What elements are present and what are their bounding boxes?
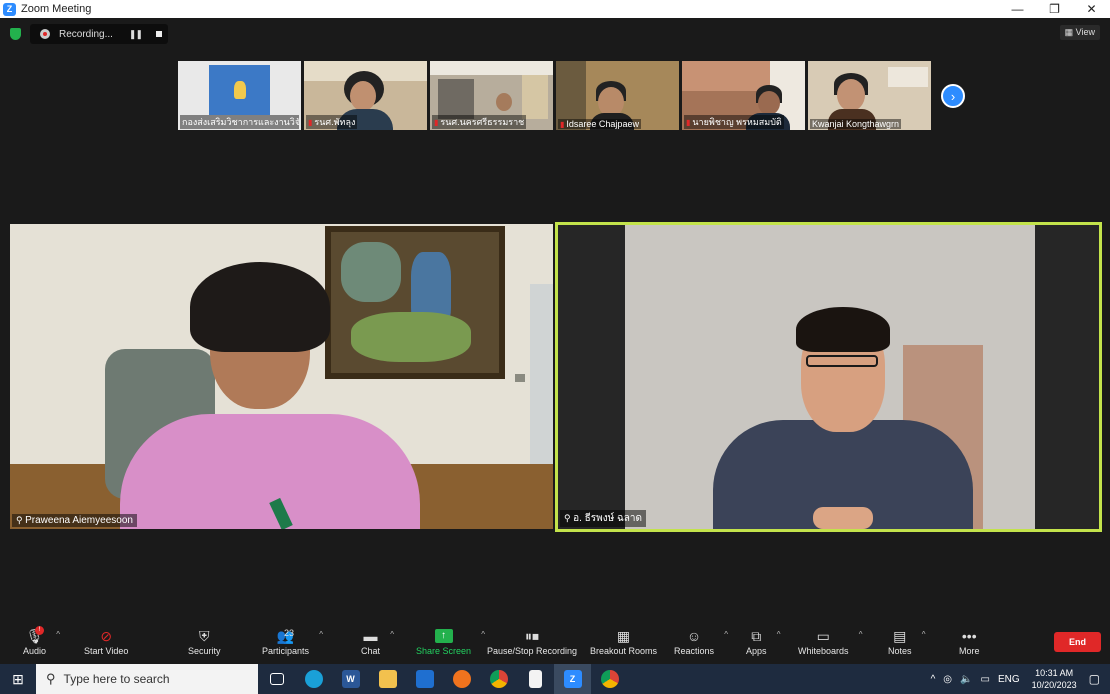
audio-button[interactable]: 🎙 ! Audio ^ (23, 626, 60, 656)
participant-name-label: Praweena Aiemyeesoon (12, 514, 137, 527)
audio-options-chevron-icon[interactable]: ^ (56, 630, 60, 639)
share-screen-button[interactable]: ↑ Share Screen ^ (416, 626, 485, 656)
mail-icon[interactable] (406, 664, 443, 694)
window-controls: — ❐ ✕ (999, 0, 1110, 18)
encryption-shield-icon[interactable] (10, 28, 21, 40)
document-icon[interactable] (517, 664, 554, 694)
task-view-icon[interactable] (258, 664, 295, 694)
participant-name: Idsaree Chajpaew (558, 119, 641, 129)
share-options-chevron-icon[interactable]: ^ (481, 630, 485, 639)
zoom-taskbar-icon[interactable]: Z (554, 664, 591, 694)
smiley-icon: ☺ (686, 628, 702, 644)
pause-stop-icon: ⏸⏹ (525, 628, 540, 644)
chat-button[interactable]: ▬ Chat ^ (361, 626, 394, 656)
participants-button[interactable]: 👥 23 Participants ^ (262, 626, 323, 656)
person-hair (190, 262, 330, 352)
more-dots-icon: ••• (961, 628, 977, 644)
video-tile-left[interactable]: Praweena Aiemyeesoon (10, 224, 553, 529)
participant-name: รนศ.พัทลุง (306, 115, 358, 129)
participant-thumbnail[interactable]: รนศ.นครศรีธรรมราช (430, 61, 553, 130)
file-explorer-icon[interactable] (369, 664, 406, 694)
apps-icon: ⧉ (751, 628, 762, 644)
meet-now-icon[interactable]: ◎ (943, 674, 952, 685)
whiteboard-icon: ▭ (816, 628, 830, 644)
participant-name: กองส่งเสริมวิชาการและงานวิจัย (180, 115, 299, 129)
clock[interactable]: 10:31 AM 10/20/2023 (1032, 667, 1077, 691)
chrome-icon[interactable] (480, 664, 517, 694)
pause-recording-button[interactable]: ❚❚ (129, 29, 143, 40)
participant-thumbnail[interactable]: Idsaree Chajpaew (556, 61, 679, 130)
share-arrow-icon: ↑ (434, 629, 453, 643)
thumbnail-strip: กองส่งเสริมวิชาการและงานวิจัย รนศ.พัทลุง… (178, 61, 931, 130)
clock-time: 10:31 AM (1035, 668, 1074, 678)
breakout-rooms-button[interactable]: ▦ Breakout Rooms (590, 626, 657, 656)
grid-icon: ▦ (616, 628, 631, 644)
notes-icon: ▤ (893, 628, 907, 644)
wall-painting (325, 226, 505, 379)
pause-stop-recording-button[interactable]: ⏸⏹ Pause/Stop Recording (487, 626, 577, 656)
window-title: Zoom Meeting (21, 3, 92, 15)
chrome-profile-icon[interactable] (591, 664, 628, 694)
person-hair (796, 307, 890, 352)
chat-options-chevron-icon[interactable]: ^ (390, 630, 394, 639)
reactions-button[interactable]: ☺ Reactions ^ (674, 626, 728, 656)
notes-options-chevron-icon[interactable]: ^ (922, 630, 926, 639)
participants-count: 23 (284, 628, 295, 638)
clock-date: 10/20/2023 (1031, 680, 1077, 690)
recording-label: Recording... (59, 28, 113, 40)
participant-name-label: อ. ธีรพงษ์ ฉลาด (560, 510, 647, 527)
network-icon[interactable]: ▭ (980, 674, 989, 685)
volume-icon[interactable]: 🔈 (960, 674, 972, 685)
search-icon: ⚲ (46, 671, 56, 686)
firefox-icon[interactable] (443, 664, 480, 694)
audio-alert-badge: ! (35, 626, 44, 635)
windows-taskbar: ⊞ ⚲ Type here to search W Z ^ ◎ 🔈 ▭ ENG … (0, 664, 1110, 694)
chat-icon: ▬ (363, 628, 378, 644)
edge-icon[interactable] (295, 664, 332, 694)
tray-expand-chevron-icon[interactable]: ^ (931, 674, 936, 685)
person-body (120, 414, 420, 529)
whiteboards-button[interactable]: ▭ Whiteboards ^ (798, 626, 863, 656)
security-button[interactable]: ⛨ Security (188, 626, 221, 656)
view-button[interactable]: ▦ View (1059, 25, 1100, 40)
participant-thumbnail[interactable]: รนศ.พัทลุง (304, 61, 427, 130)
title-bar: Z Zoom Meeting — ❐ ✕ (0, 0, 1110, 18)
search-placeholder: Type here to search (63, 672, 170, 686)
apps-options-chevron-icon[interactable]: ^ (777, 630, 781, 639)
apps-button[interactable]: ⧉ Apps ^ (746, 626, 781, 656)
start-video-button[interactable]: ⊘ Start Video (84, 626, 128, 656)
notes-button[interactable]: ▤ Notes ^ (888, 626, 926, 656)
reactions-options-chevron-icon[interactable]: ^ (724, 630, 728, 639)
participants-options-chevron-icon[interactable]: ^ (319, 630, 323, 639)
participant-thumbnail[interactable]: นายพิชาญ พรหมสมบัติ (682, 61, 805, 130)
stop-recording-button[interactable] (156, 31, 163, 37)
video-off-icon: ⊘ (100, 628, 113, 644)
notifications-icon[interactable]: ▢ (1089, 672, 1100, 686)
word-icon[interactable]: W (332, 664, 369, 694)
recording-dot-icon (40, 29, 50, 39)
participant-name: นายพิชาญ พรหมสมบัติ (684, 115, 784, 129)
windows-start-icon[interactable]: ⊞ (0, 664, 36, 694)
language-indicator[interactable]: ENG (998, 674, 1020, 685)
shield-icon: ⛨ (199, 628, 210, 644)
participant-thumbnail[interactable]: Kwanjai Kongthawgrn (808, 61, 931, 130)
end-meeting-button[interactable]: End (1054, 632, 1101, 652)
recording-indicator: Recording... ❚❚ (30, 24, 168, 44)
taskbar-search[interactable]: ⚲ Type here to search (36, 664, 258, 694)
video-tile-active-speaker[interactable]: อ. ธีรพงษ์ ฉลาด (555, 222, 1102, 532)
participant-name: Kwanjai Kongthawgrn (810, 119, 902, 129)
more-button[interactable]: ••• More (959, 626, 980, 656)
zoom-logo-icon: Z (3, 2, 16, 16)
organization-logo (209, 65, 270, 115)
participant-thumbnail[interactable]: กองส่งเสริมวิชาการและงานวิจัย (178, 61, 301, 130)
whiteboards-options-chevron-icon[interactable]: ^ (859, 630, 863, 639)
next-page-arrow-icon[interactable]: › (941, 84, 965, 108)
meeting-toolbar: 🎙 ! Audio ^ ⊘ Start Video ⛨ Security 👥 2… (0, 624, 1110, 664)
close-button[interactable]: ✕ (1073, 0, 1110, 18)
restore-button[interactable]: ❐ (1036, 0, 1073, 18)
system-tray: ^ ◎ 🔈 ▭ ENG 10:31 AM 10/20/2023 ▢ (927, 664, 1110, 694)
participant-name: รนศ.นครศรีธรรมราช (432, 115, 527, 129)
minimize-button[interactable]: — (999, 0, 1036, 18)
glasses-icon (806, 355, 878, 367)
